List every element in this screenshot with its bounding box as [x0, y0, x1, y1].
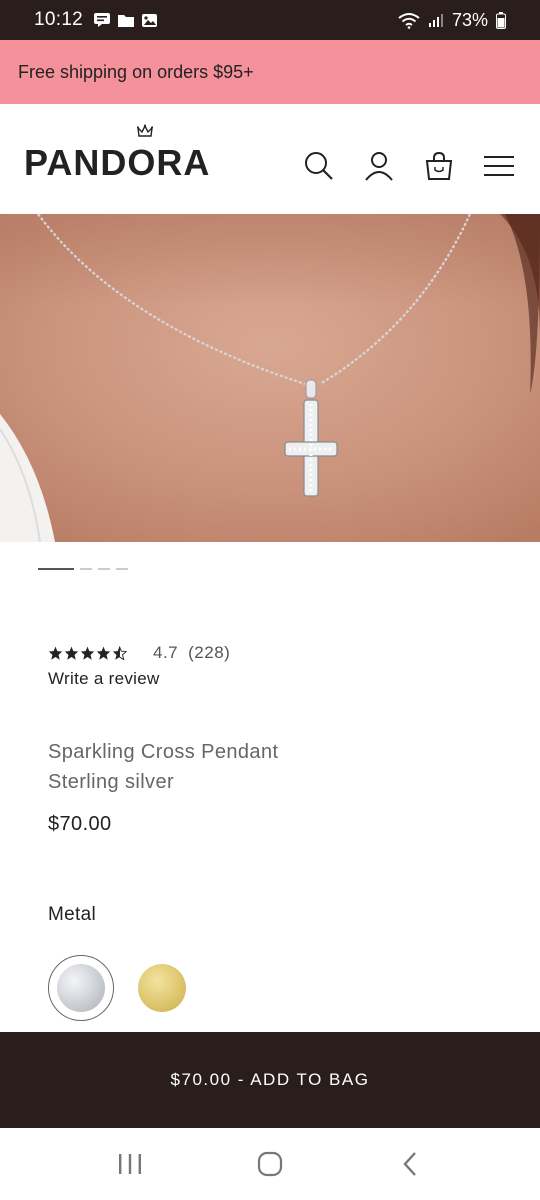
account-icon: [365, 152, 393, 181]
star-icon: [64, 646, 79, 660]
metal-option-silver[interactable]: [48, 955, 114, 1021]
recent-apps-button[interactable]: [100, 1139, 160, 1189]
rating-row[interactable]: 4.7 (228): [48, 643, 230, 663]
bag-button[interactable]: [422, 149, 456, 183]
crown-icon: [137, 124, 153, 137]
product-price: $70.00: [48, 813, 112, 835]
pandora-logo[interactable]: PANDORA: [24, 124, 211, 184]
folder-icon: [118, 14, 135, 27]
bag-icon: [425, 151, 453, 180]
logo-text: PANDORA: [24, 142, 211, 183]
account-button[interactable]: [362, 149, 396, 183]
silver-swatch: [57, 964, 105, 1012]
gallery-icon: [142, 13, 158, 27]
back-button[interactable]: [380, 1139, 440, 1189]
metal-option-gold[interactable]: [138, 964, 186, 1012]
home-icon: [257, 1151, 283, 1177]
metal-label: Metal: [48, 904, 96, 925]
back-icon: [403, 1152, 416, 1176]
product-material: Sterling silver: [48, 771, 175, 793]
recent-apps-icon: [119, 1154, 141, 1174]
rating-value: 4.7: [153, 643, 179, 662]
search-button[interactable]: [302, 149, 336, 183]
write-review-link[interactable]: Write a review: [48, 669, 160, 689]
promo-banner[interactable]: Free shipping on orders $95+: [0, 40, 540, 104]
promo-text: Free shipping on orders $95+: [18, 61, 254, 82]
status-time: 10:12: [34, 9, 84, 30]
home-button[interactable]: [240, 1139, 300, 1189]
product-name: Sparkling Cross Pendant: [48, 741, 279, 763]
star-rating: [48, 646, 127, 660]
star-icon: [80, 646, 95, 660]
pendant-photo: [0, 214, 540, 542]
menu-button[interactable]: [482, 149, 516, 183]
product-image[interactable]: [0, 214, 540, 542]
add-to-bag-button[interactable]: $70.00 - ADD TO BAG: [0, 1032, 540, 1128]
star-icon: [48, 646, 63, 660]
rating-count: (228): [188, 643, 231, 662]
carousel-indicator[interactable]: [38, 568, 128, 570]
carousel-dot[interactable]: [80, 568, 92, 570]
menu-icon: [484, 156, 514, 176]
site-header: PANDORA: [0, 104, 540, 214]
carousel-dot-active[interactable]: [38, 568, 74, 570]
system-nav-bar: [0, 1128, 540, 1200]
signal-icon: [428, 14, 443, 27]
message-icon: [94, 13, 111, 27]
wifi-icon: [398, 12, 420, 29]
search-icon: [305, 152, 333, 180]
carousel-dot[interactable]: [116, 568, 128, 570]
battery-icon: [496, 11, 506, 29]
carousel-dot[interactable]: [98, 568, 110, 570]
status-bar: 10:12 73%: [0, 0, 540, 40]
star-icon: [96, 646, 111, 660]
battery-percent: 73%: [451, 9, 488, 30]
star-half-icon: [112, 646, 127, 660]
